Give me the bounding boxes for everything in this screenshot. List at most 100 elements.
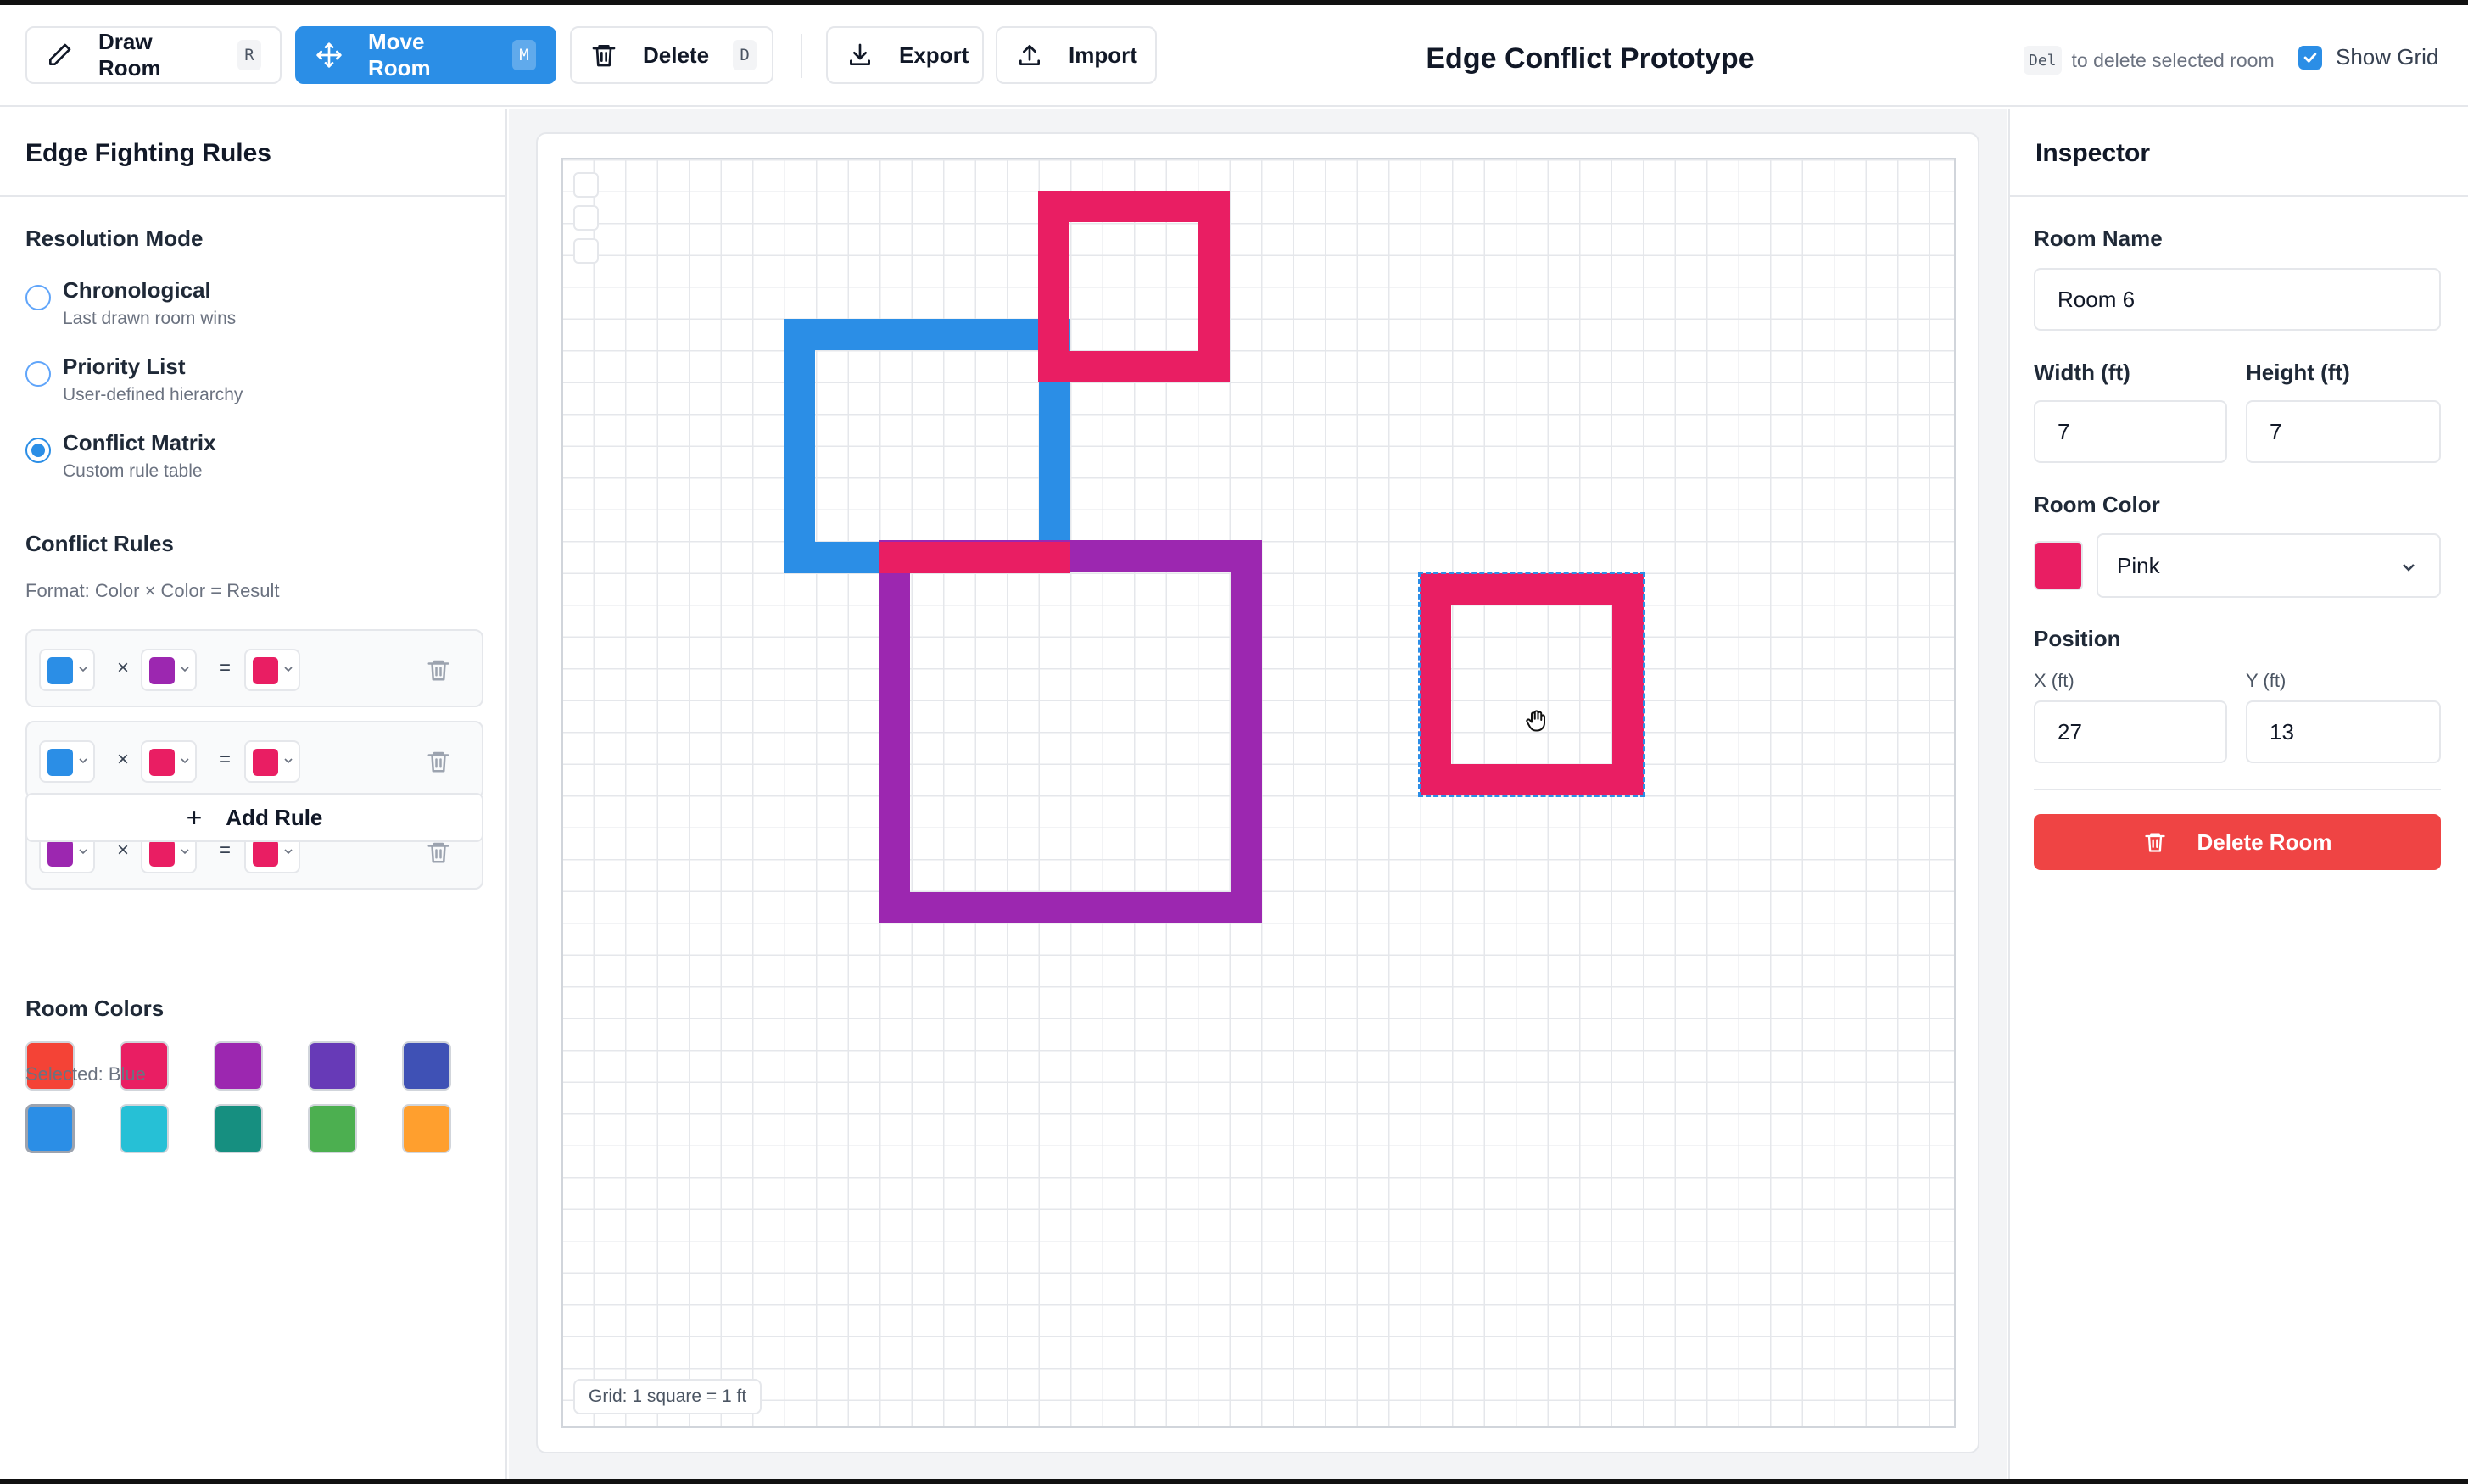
add-rule-button[interactable]: + Add Rule bbox=[25, 793, 483, 842]
show-grid-label: Show Grid bbox=[2336, 44, 2439, 70]
toolbar: Draw Room R Move Room M Delete D Export … bbox=[0, 5, 2468, 107]
mode-option-priority-list[interactable]: Priority List User-defined hierarchy bbox=[25, 351, 243, 409]
equals-symbol: = bbox=[219, 748, 232, 771]
import-button[interactable]: Import bbox=[996, 26, 1157, 84]
room-colors-title: Room Colors bbox=[25, 996, 165, 1021]
height-input[interactable]: 7 bbox=[2246, 400, 2441, 463]
mode-label: Chronological bbox=[63, 277, 211, 303]
mode-desc: Last drawn room wins bbox=[63, 309, 237, 328]
palette-color[interactable] bbox=[214, 1104, 263, 1153]
draw-room-shortcut: R bbox=[237, 40, 261, 70]
room-color-label: Room Color bbox=[2034, 492, 2160, 517]
rule-color-b-select[interactable] bbox=[141, 740, 197, 783]
format-hint: Format: Color × Color = Result bbox=[25, 580, 280, 601]
rule-result-select[interactable] bbox=[244, 649, 300, 691]
trash-icon bbox=[592, 45, 616, 67]
color-swatch bbox=[149, 749, 175, 776]
color-swatch bbox=[253, 749, 278, 776]
add-rule-label: Add Rule bbox=[226, 804, 323, 830]
palette-color[interactable] bbox=[308, 1104, 357, 1153]
palette-color[interactable] bbox=[308, 1041, 357, 1091]
delete-button[interactable]: Delete D bbox=[570, 26, 773, 84]
palette-color[interactable] bbox=[402, 1041, 451, 1091]
move-room-button[interactable]: Move Room M bbox=[295, 26, 556, 84]
move-room-shortcut: M bbox=[512, 40, 536, 70]
conflict-rule-row: × = bbox=[25, 629, 483, 707]
radio-button[interactable] bbox=[25, 285, 51, 310]
selected-color-text: Selected: Blue bbox=[25, 1063, 146, 1085]
chevron-down-icon bbox=[181, 758, 189, 764]
export-button[interactable]: Export bbox=[826, 26, 984, 84]
rule-color-b-select[interactable] bbox=[141, 649, 197, 691]
equals-symbol: = bbox=[219, 839, 232, 862]
position-label: Position bbox=[2034, 626, 2121, 651]
equals-symbol: = bbox=[219, 656, 232, 679]
plus-icon: + bbox=[186, 801, 203, 833]
width-input[interactable]: 7 bbox=[2034, 400, 2227, 463]
chevron-down-icon bbox=[2403, 564, 2415, 572]
delete-label: Delete bbox=[643, 42, 710, 68]
fit-view-button[interactable] bbox=[573, 238, 599, 264]
width-label: Width (ft) bbox=[2034, 360, 2130, 385]
chevron-down-icon bbox=[79, 667, 87, 672]
height-label: Height (ft) bbox=[2246, 360, 2350, 385]
radio-button[interactable] bbox=[25, 361, 51, 387]
grab-cursor-icon bbox=[1526, 710, 1545, 732]
delete-room-button[interactable]: Delete Room bbox=[2034, 814, 2441, 870]
delete-shortcut: D bbox=[733, 40, 757, 70]
zoom-out-button[interactable] bbox=[573, 205, 599, 231]
palette-color[interactable] bbox=[402, 1104, 451, 1153]
rule-color-a-select[interactable] bbox=[39, 649, 95, 691]
color-swatch bbox=[47, 840, 73, 867]
selection-outline bbox=[1418, 572, 1645, 797]
trash-icon bbox=[2144, 833, 2165, 852]
color-swatch bbox=[47, 657, 73, 684]
mode-option-conflict-matrix[interactable]: Conflict Matrix Custom rule table bbox=[25, 427, 216, 485]
room-color-swatch[interactable] bbox=[2034, 541, 2083, 590]
pencil-icon bbox=[49, 43, 71, 65]
move-room-label: Move Room bbox=[368, 29, 431, 81]
resolution-mode-title: Resolution Mode bbox=[25, 226, 204, 251]
room-blue[interactable] bbox=[784, 319, 1070, 573]
y-label: Y (ft) bbox=[2246, 670, 2287, 691]
room-pink-top[interactable] bbox=[1038, 191, 1230, 382]
trash-icon[interactable] bbox=[426, 748, 451, 775]
room-name-input[interactable]: Room 6 bbox=[2034, 268, 2441, 331]
draw-room-button[interactable]: Draw Room R bbox=[25, 26, 282, 84]
room-name-label: Room Name bbox=[2034, 226, 2163, 251]
zoom-in-button[interactable] bbox=[573, 172, 599, 198]
import-label: Import bbox=[1069, 42, 1137, 68]
conflict-rules-title: Conflict Rules bbox=[25, 531, 174, 556]
x-input[interactable]: 27 bbox=[2034, 700, 2227, 763]
room-color-select[interactable]: Pink bbox=[2097, 533, 2441, 598]
delete-hint: Del to delete selected room bbox=[2024, 46, 2275, 75]
times-symbol: × bbox=[117, 748, 130, 771]
chevron-down-icon bbox=[284, 667, 293, 672]
rule-result-select[interactable] bbox=[244, 740, 300, 783]
chevron-down-icon bbox=[79, 849, 87, 855]
trash-icon[interactable] bbox=[426, 839, 451, 866]
rule-color-a-select[interactable] bbox=[39, 740, 95, 783]
chevron-down-icon bbox=[79, 758, 87, 764]
y-input[interactable]: 13 bbox=[2246, 700, 2441, 763]
show-grid-toggle[interactable]: Show Grid bbox=[2298, 44, 2438, 70]
move-icon bbox=[316, 42, 342, 68]
chevron-down-icon bbox=[284, 849, 293, 855]
times-symbol: × bbox=[117, 839, 130, 862]
palette-color[interactable] bbox=[214, 1041, 263, 1091]
delete-hint-text: to delete selected room bbox=[2071, 48, 2275, 71]
x-label: X (ft) bbox=[2034, 670, 2074, 691]
chevron-down-icon bbox=[181, 849, 189, 855]
room-purple[interactable] bbox=[879, 540, 1262, 923]
inspector-divider bbox=[2034, 789, 2441, 790]
inspector-title: Inspector bbox=[2035, 139, 2151, 167]
checkbox-checked-icon[interactable] bbox=[2298, 45, 2322, 70]
trash-icon[interactable] bbox=[426, 656, 451, 683]
color-swatch bbox=[253, 840, 278, 867]
radio-button-selected[interactable] bbox=[25, 438, 51, 463]
room-color-value: Pink bbox=[2117, 552, 2160, 578]
palette-color[interactable] bbox=[120, 1104, 169, 1153]
palette-color[interactable] bbox=[25, 1104, 75, 1153]
chevron-down-icon bbox=[284, 758, 293, 764]
mode-option-chronological[interactable]: Chronological Last drawn room wins bbox=[25, 275, 236, 332]
